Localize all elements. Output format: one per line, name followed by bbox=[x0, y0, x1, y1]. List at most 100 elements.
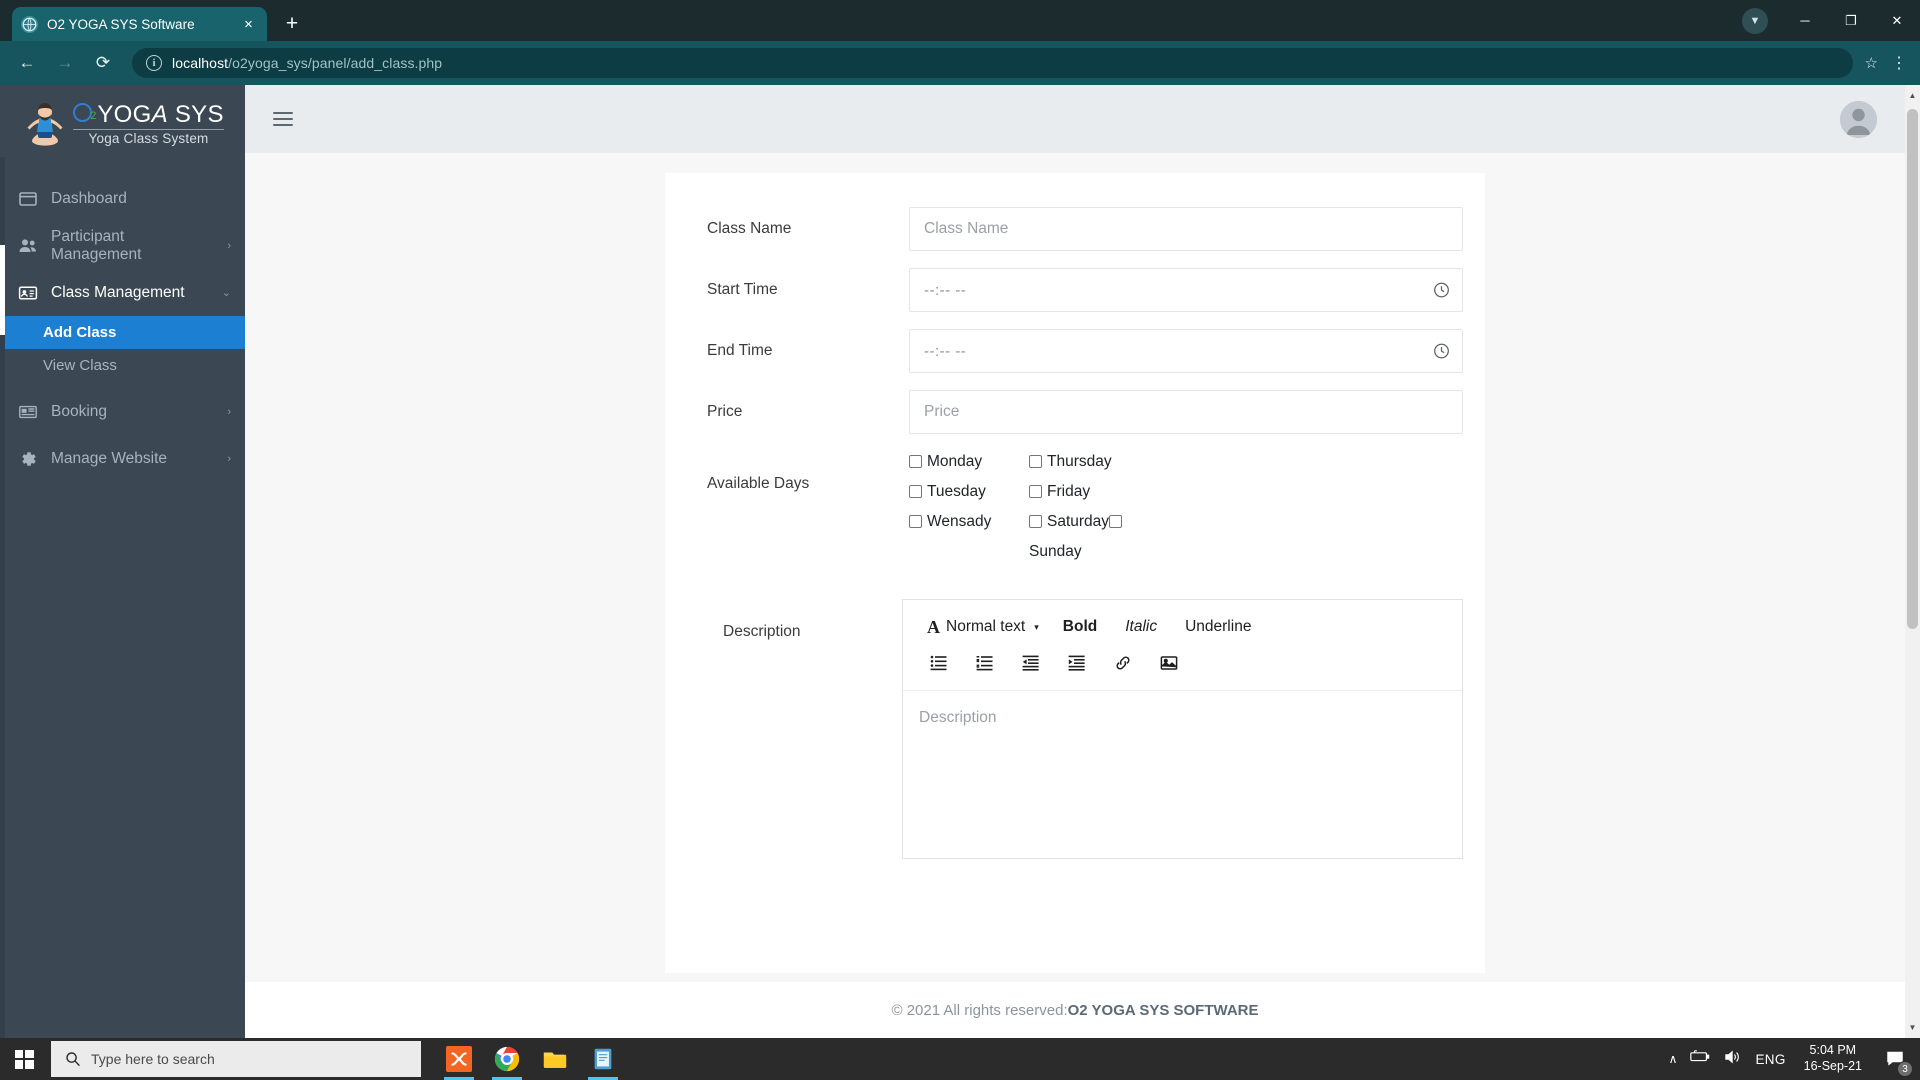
hamburger-icon[interactable] bbox=[273, 112, 293, 126]
day-checkbox-friday[interactable]: Friday bbox=[1029, 483, 1149, 513]
description-textarea[interactable]: Description bbox=[903, 691, 1462, 858]
checkbox-wednesday[interactable] bbox=[909, 515, 922, 528]
battery-icon[interactable] bbox=[1689, 1049, 1711, 1069]
numbered-list-icon[interactable] bbox=[973, 651, 997, 675]
day-checkbox-tuesday[interactable]: Tuesday bbox=[909, 483, 1029, 513]
browser-window: O2 YOGA SYS Software × + ▼ ─ ❐ ✕ ← → ⟳ i… bbox=[0, 0, 1920, 1038]
close-window-button[interactable]: ✕ bbox=[1874, 0, 1920, 41]
bulleted-list-icon[interactable] bbox=[927, 651, 951, 675]
brand-logo[interactable]: 2 YOGA SYS Yoga Class System bbox=[0, 85, 245, 157]
checkbox-saturday[interactable] bbox=[1029, 515, 1042, 528]
file-explorer-icon[interactable] bbox=[531, 1038, 579, 1080]
chrome-icon[interactable] bbox=[483, 1038, 531, 1080]
taskbar-search-input[interactable]: Type here to search bbox=[51, 1041, 421, 1077]
day-checkbox-saturday[interactable]: Saturday bbox=[1029, 513, 1109, 543]
sidebar-item-class-management[interactable]: Class Management ⌄ bbox=[0, 269, 245, 316]
start-button[interactable] bbox=[0, 1038, 48, 1080]
volume-icon[interactable] bbox=[1723, 1049, 1743, 1070]
checkbox-sunday[interactable] bbox=[1109, 515, 1123, 528]
checkbox-thursday[interactable] bbox=[1029, 455, 1042, 468]
italic-button[interactable]: Italic bbox=[1111, 612, 1171, 642]
tab-strip: O2 YOGA SYS Software × + ▼ ─ ❐ ✕ bbox=[0, 0, 1920, 41]
avatar[interactable] bbox=[1840, 100, 1877, 138]
clock-icon[interactable] bbox=[1433, 282, 1450, 299]
start-time-value: --:-- -- bbox=[924, 281, 967, 299]
start-time-input[interactable]: --:-- -- bbox=[909, 268, 1463, 312]
text-style-label: Normal text bbox=[946, 618, 1026, 635]
image-icon[interactable] bbox=[1157, 651, 1181, 675]
scroll-thumb[interactable] bbox=[1907, 109, 1918, 629]
gear-icon bbox=[18, 449, 38, 469]
minimize-button[interactable]: ─ bbox=[1782, 0, 1828, 41]
field-label: Price bbox=[707, 403, 743, 420]
text-style-dropdown[interactable]: A Normal text ▾ bbox=[917, 612, 1049, 642]
checkbox-monday[interactable] bbox=[909, 455, 922, 468]
users-icon bbox=[18, 236, 38, 256]
checkbox-tuesday[interactable] bbox=[909, 485, 922, 498]
sidebar-item-label: Class Management bbox=[51, 283, 185, 301]
back-button[interactable]: ← bbox=[10, 46, 44, 80]
link-icon[interactable] bbox=[1111, 651, 1135, 675]
sidebar-item-participant-management[interactable]: Participant Management › bbox=[0, 222, 245, 269]
taskbar-clock[interactable]: 5:04 PM 16-Sep-21 bbox=[1798, 1043, 1868, 1074]
browser-menu-icon[interactable]: ⋮ bbox=[1888, 53, 1910, 73]
scroll-up-arrow-icon[interactable]: ▲ bbox=[1905, 87, 1920, 104]
scroll-down-arrow-icon[interactable]: ▼ bbox=[1905, 1019, 1920, 1036]
sidebar-subitem-add-class[interactable]: Add Class bbox=[0, 316, 245, 349]
sidebar-item-booking[interactable]: Booking › bbox=[0, 388, 245, 435]
sidebar-subitem-view-class[interactable]: View Class bbox=[0, 349, 245, 382]
window-icon bbox=[18, 189, 38, 209]
close-tab-icon[interactable]: × bbox=[239, 15, 258, 34]
day-checkbox-sunday[interactable] bbox=[1109, 513, 1123, 543]
footer-brand: O2 YOGA SYS SOFTWARE bbox=[1067, 1001, 1259, 1019]
tab-title: O2 YOGA SYS Software bbox=[47, 16, 195, 32]
day-label: Tuesday bbox=[927, 483, 986, 500]
bookmark-star-icon[interactable]: ☆ bbox=[1865, 54, 1878, 72]
day-checkbox-wednesday[interactable]: Wensady bbox=[909, 513, 1029, 543]
xampp-icon[interactable] bbox=[435, 1038, 483, 1080]
new-tab-button[interactable]: + bbox=[277, 9, 307, 39]
site-info-icon[interactable]: i bbox=[146, 55, 162, 71]
sidebar-nav: Dashboard Participant Management › Class… bbox=[0, 157, 245, 482]
day-checkbox-monday[interactable]: Monday bbox=[909, 453, 1029, 483]
maximize-button[interactable]: ❐ bbox=[1828, 0, 1874, 41]
bold-button[interactable]: Bold bbox=[1049, 612, 1111, 642]
indent-icon[interactable] bbox=[1065, 651, 1089, 675]
yoga-figure-icon bbox=[21, 101, 69, 147]
show-hidden-icons-chevron[interactable]: ∧ bbox=[1669, 1052, 1678, 1066]
sidebar-item-manage-website[interactable]: Manage Website › bbox=[0, 435, 245, 482]
clock-date: 16-Sep-21 bbox=[1803, 1059, 1862, 1073]
form-row-available-days: Available Days Monday Tuesday Wensady Th… bbox=[687, 451, 1463, 573]
main-area: Class Name Class Name Start Time --:-- -… bbox=[245, 85, 1905, 1038]
class-name-input[interactable]: Class Name bbox=[909, 207, 1463, 251]
form-row-end-time: End Time --:-- -- bbox=[687, 329, 1463, 373]
favicon-icon bbox=[21, 15, 38, 33]
field-label: Start Time bbox=[707, 281, 778, 298]
form-row-price: Price Price bbox=[687, 390, 1463, 434]
field-label: Description bbox=[723, 623, 801, 640]
form-row-class-name: Class Name Class Name bbox=[687, 207, 1463, 251]
underline-button[interactable]: Underline bbox=[1171, 612, 1265, 642]
outdent-icon[interactable] bbox=[1019, 651, 1043, 675]
price-input[interactable]: Price bbox=[909, 390, 1463, 434]
browser-update-icon[interactable]: ▼ bbox=[1742, 7, 1768, 34]
end-time-input[interactable]: --:-- -- bbox=[909, 329, 1463, 373]
reload-button[interactable]: ⟳ bbox=[86, 46, 120, 80]
id-card-icon bbox=[18, 283, 38, 303]
checkbox-friday[interactable] bbox=[1029, 485, 1042, 498]
language-indicator[interactable]: ENG bbox=[1755, 1052, 1785, 1067]
day-checkbox-thursday[interactable]: Thursday bbox=[1029, 453, 1149, 483]
footer-copyright: © 2021 All rights reserved: bbox=[891, 1001, 1068, 1019]
day-label: Thursday bbox=[1047, 453, 1112, 470]
clock-icon[interactable] bbox=[1433, 343, 1450, 360]
notepad-icon[interactable] bbox=[579, 1038, 627, 1080]
notification-center-button[interactable]: 3 bbox=[1880, 1044, 1913, 1077]
sidebar-item-dashboard[interactable]: Dashboard bbox=[0, 175, 245, 222]
page-scrollbar[interactable]: ▲ ▼ bbox=[1905, 85, 1920, 1038]
forward-button[interactable]: → bbox=[48, 46, 82, 80]
browser-tab[interactable]: O2 YOGA SYS Software × bbox=[12, 7, 267, 41]
class-management-submenu: Add Class View Class bbox=[0, 316, 245, 382]
sidebar-item-label: Dashboard bbox=[51, 189, 127, 207]
page-body: 2 YOGA SYS Yoga Class System Dashboard P… bbox=[0, 85, 1920, 1038]
url-input[interactable]: i localhost/o2yoga_sys/panel/add_class.p… bbox=[132, 48, 1853, 78]
